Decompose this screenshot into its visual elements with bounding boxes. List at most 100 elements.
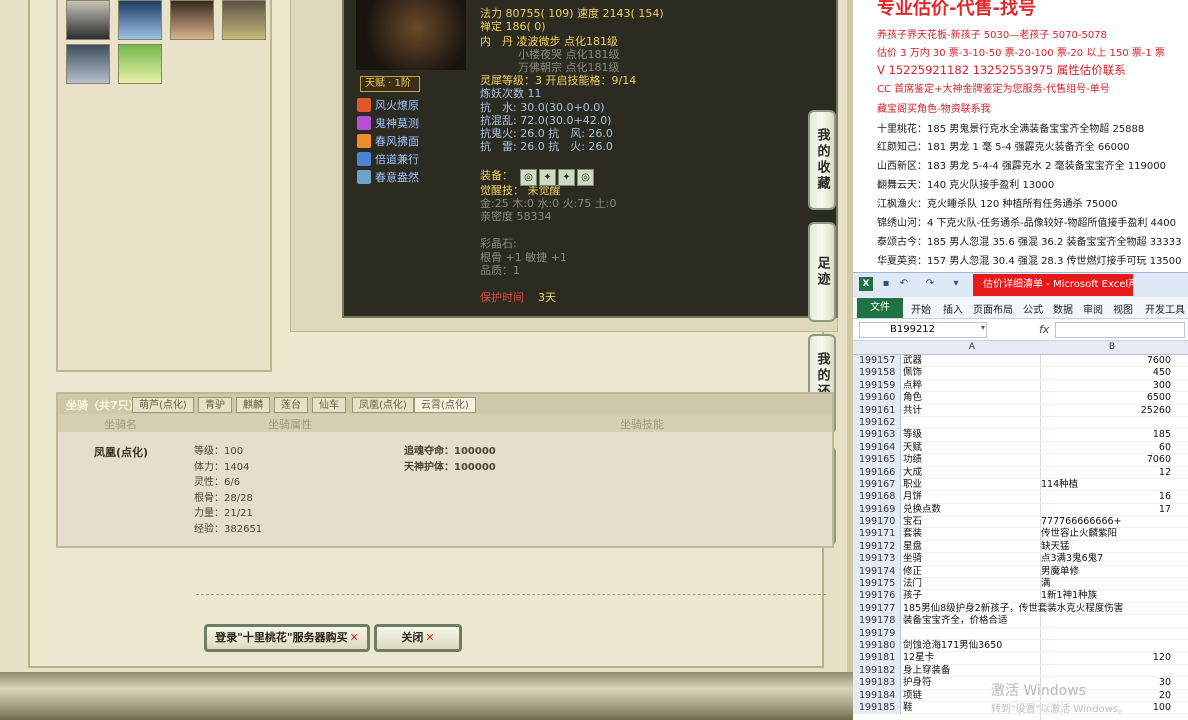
cell-a[interactable]: 185男仙8级护身2新孩子，传世套装水克火程度伤害 — [903, 603, 1123, 615]
cell-a[interactable]: 兑换点数 — [903, 504, 1039, 516]
skill-item[interactable]: 鬼神莫测 — [357, 116, 419, 132]
mount-tab[interactable]: 云霄(点化) — [414, 397, 476, 413]
row-number[interactable]: 199168 — [853, 491, 901, 504]
table-row[interactable]: 199166 大成 12 — [853, 466, 1188, 479]
cell-a[interactable]: 点粹 — [903, 380, 1039, 392]
table-row[interactable]: 199167 职业 114种植 — [853, 478, 1188, 492]
cell-b[interactable]: 1新1神1种族 — [1041, 590, 1183, 602]
table-row[interactable]: 199157 武器 7600 — [853, 355, 1188, 368]
row-number[interactable]: 199176 — [853, 590, 901, 603]
ribbon-tab[interactable]: 视图 — [1113, 301, 1133, 316]
avatar[interactable] — [170, 0, 214, 40]
chevron-down-icon[interactable]: ▾ — [981, 323, 985, 332]
cell-a[interactable]: 职业 — [903, 479, 1039, 491]
table-row[interactable]: 199176 孩子 1新1神1种族 — [853, 590, 1188, 603]
table-row[interactable]: 199170 宝石 777766666666+ — [853, 516, 1188, 529]
mount-tab[interactable]: 莲台 — [274, 397, 308, 413]
equipment-slot-icon[interactable]: ✦ — [558, 169, 575, 186]
cell-a[interactable]: 装备宝宝齐全，价格合适 — [903, 615, 1039, 627]
ribbon-tab[interactable]: 插入 — [943, 301, 963, 316]
cell-a[interactable]: 佩饰 — [903, 367, 1039, 379]
cell-a[interactable]: 法门 — [903, 578, 1039, 590]
quick-access-dropdown-icon[interactable]: ▾ — [949, 277, 963, 291]
cell-a[interactable]: 孩子 — [903, 590, 1039, 602]
row-number[interactable]: 199166 — [853, 466, 901, 479]
cell-a[interactable]: 武器 — [903, 355, 1039, 367]
table-row[interactable]: 199162 — [853, 416, 1188, 430]
mount-tab[interactable]: 仙车 — [312, 397, 346, 413]
redo-icon[interactable]: ↷ — [923, 277, 937, 291]
cell-a[interactable]: 剑蚀沧海171男仙3650 — [903, 640, 1039, 652]
cell-b[interactable]: 60 — [1041, 442, 1183, 454]
ribbon-tab[interactable]: 数据 — [1053, 301, 1073, 316]
row-number[interactable]: 199169 — [853, 503, 901, 517]
row-number[interactable]: 199179 — [853, 627, 901, 640]
cell-b[interactable]: 6500 — [1041, 392, 1183, 404]
cell-a[interactable]: 身上穿装备 — [903, 665, 1039, 677]
table-row[interactable]: 199160 角色 6500 — [853, 392, 1188, 405]
table-row[interactable]: 199164 天赋 60 — [853, 441, 1188, 455]
row-number[interactable]: 199177 — [853, 602, 901, 616]
side-button[interactable]: 足迹 — [808, 222, 836, 322]
avatar[interactable] — [66, 44, 110, 84]
row-number[interactable]: 199182 — [853, 664, 901, 678]
table-row[interactable]: 199161 共计 25260 — [853, 404, 1188, 417]
cell-a[interactable]: 星盘 — [903, 541, 1039, 553]
cell-b[interactable]: 满 — [1041, 578, 1183, 590]
skill-item[interactable]: 春意盎然 — [357, 170, 419, 186]
table-row[interactable]: 199163 等级 185 — [853, 429, 1188, 442]
row-number[interactable]: 199158 — [853, 367, 901, 380]
row-number[interactable]: 199178 — [853, 615, 901, 628]
table-row[interactable]: 199169 兑换点数 17 — [853, 503, 1188, 517]
row-number[interactable]: 199172 — [853, 540, 901, 554]
undo-icon[interactable]: ↶ — [897, 277, 911, 291]
cell-b[interactable]: 缺天猛 — [1041, 541, 1183, 553]
row-number[interactable]: 199183 — [853, 677, 901, 690]
cell-b[interactable]: 传世容止火麟紫阳 — [1041, 528, 1183, 540]
cell-a[interactable]: 12星卡 — [903, 652, 1039, 664]
row-number[interactable]: 199170 — [853, 516, 901, 529]
formula-input[interactable] — [1055, 322, 1185, 338]
cell-a[interactable]: 等级 — [903, 429, 1039, 441]
row-number[interactable]: 199162 — [853, 416, 901, 430]
table-row[interactable]: 199168 月饼 16 — [853, 491, 1188, 504]
cell-b[interactable]: 12 — [1041, 467, 1183, 479]
row-number[interactable]: 199171 — [853, 528, 901, 541]
equipment-slot-icon[interactable]: ◎ — [520, 169, 537, 186]
cell-b[interactable]: 777766666666+ — [1041, 516, 1183, 528]
cell-a[interactable]: 坐骑 — [903, 553, 1039, 565]
mount-tab[interactable]: 萌芦(点化) — [132, 397, 194, 413]
ribbon-tab[interactable]: 开发工具 — [1145, 301, 1185, 316]
cell-a[interactable]: 共计 — [903, 405, 1039, 417]
skill-item[interactable]: 风火燎原 — [357, 98, 419, 114]
row-number[interactable]: 199160 — [853, 392, 901, 405]
row-number[interactable]: 199184 — [853, 689, 901, 702]
cell-b[interactable]: 7060 — [1041, 454, 1183, 466]
ribbon-tab[interactable]: 审阅 — [1083, 301, 1103, 316]
table-row[interactable]: 199165 功绩 7060 — [853, 454, 1188, 467]
avatar[interactable] — [222, 0, 266, 40]
cell-a[interactable]: 修正 — [903, 566, 1039, 578]
fx-icon[interactable]: fx — [1039, 323, 1049, 336]
cell-b[interactable]: 17 — [1041, 504, 1183, 516]
column-header-a[interactable]: A — [903, 342, 1041, 352]
cell-b[interactable]: 点3满3鬼6鬼7 — [1041, 553, 1183, 565]
table-row[interactable]: 199171 套装 传世容止火麟紫阳 — [853, 528, 1188, 541]
cell-a[interactable]: 宝石 — [903, 516, 1039, 528]
column-header-b[interactable]: B — [1041, 342, 1183, 352]
table-row[interactable]: 199159 点粹 300 — [853, 379, 1188, 393]
row-number[interactable]: 199173 — [853, 553, 901, 566]
cell-b[interactable]: 114种植 — [1041, 479, 1183, 491]
mount-tab[interactable]: 麒麟 — [236, 397, 270, 413]
cell-a[interactable]: 角色 — [903, 392, 1039, 404]
row-number[interactable]: 199180 — [853, 639, 901, 653]
table-row[interactable]: 199173 坐骑 点3满3鬼6鬼7 — [853, 553, 1188, 566]
side-button[interactable]: 我的收藏 — [808, 110, 836, 210]
cell-a[interactable]: 大成 — [903, 467, 1039, 479]
row-number[interactable]: 199181 — [853, 652, 901, 665]
cell-a[interactable]: 月饼 — [903, 491, 1039, 503]
ribbon-tab[interactable]: 页面布局 — [973, 301, 1013, 316]
name-box[interactable]: B199212 — [859, 322, 987, 338]
file-tab[interactable]: 文件 — [857, 298, 903, 318]
login-server-buy-button[interactable]: 登录"十里桃花"服务器购买 ✕ — [204, 624, 370, 652]
